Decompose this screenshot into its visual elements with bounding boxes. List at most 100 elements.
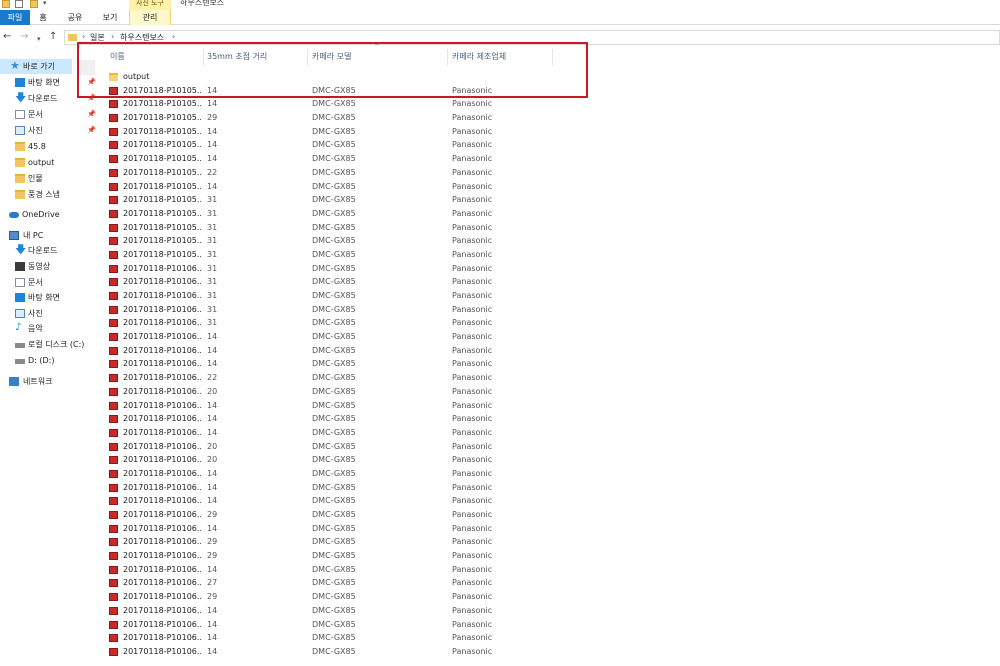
sidebar-item-quick-access[interactable]: ★ 바로 가기	[0, 59, 72, 74]
customize-quick-access-icon[interactable]: ▾	[43, 0, 47, 7]
tab-file[interactable]: 파일	[0, 10, 30, 25]
pin-icon[interactable]: 📌	[87, 107, 96, 122]
file-focal-length: 14	[207, 414, 218, 424]
pin-icon[interactable]: 📌	[87, 123, 96, 138]
recent-locations-icon[interactable]: ▾	[37, 33, 41, 45]
forward-icon[interactable]: →	[20, 31, 28, 43]
sidebar-item-documents[interactable]: 문서 📌	[0, 107, 98, 122]
file-row[interactable]: 20170118-P10106... 14 DMC-GX85 Panasonic	[105, 645, 1000, 659]
file-row[interactable]: 20170118-P10106... 20 DMC-GX85 Panasonic	[105, 440, 1000, 454]
sidebar-item-desktop[interactable]: 바탕 화면	[0, 290, 98, 305]
sidebar-item-downloads[interactable]: 🡇 다운로드	[0, 243, 98, 258]
sidebar-item-onedrive[interactable]: OneDrive	[0, 207, 98, 222]
folder-icon[interactable]	[2, 0, 10, 8]
file-row[interactable]: 20170118-P10106... 14 DMC-GX85 Panasonic	[105, 426, 1000, 440]
file-camera-maker: Panasonic	[452, 414, 493, 424]
file-row[interactable]: 20170118-P10105... 22 DMC-GX85 Panasonic	[105, 166, 1000, 180]
file-row[interactable]: 20170118-P10106... 29 DMC-GX85 Panasonic	[105, 535, 1000, 549]
tab-home[interactable]: 홈	[38, 10, 48, 25]
chevron-right-icon[interactable]: ›	[172, 32, 175, 41]
file-row[interactable]: 20170118-P10106... 27 DMC-GX85 Panasonic	[105, 576, 1000, 590]
file-camera-model: DMC-GX85	[312, 263, 356, 273]
file-camera-model: DMC-GX85	[312, 496, 356, 506]
sidebar-item-folder[interactable]: output	[0, 155, 98, 170]
file-focal-length: 27	[207, 578, 218, 588]
file-row[interactable]: 20170118-P10105... 31 DMC-GX85 Panasonic	[105, 248, 1000, 262]
file-row[interactable]: 20170118-P10106... 14 DMC-GX85 Panasonic	[105, 563, 1000, 577]
file-focal-length: 29	[207, 551, 218, 561]
image-file-icon	[109, 237, 118, 246]
file-row[interactable]: 20170118-P10106... 14 DMC-GX85 Panasonic	[105, 467, 1000, 481]
file-row[interactable]: 20170118-P10106... 14 DMC-GX85 Panasonic	[105, 481, 1000, 495]
file-row[interactable]: 20170118-P10106... 29 DMC-GX85 Panasonic	[105, 590, 1000, 604]
tab-manage[interactable]: 관리	[129, 10, 171, 25]
file-row[interactable]: 20170118-P10106... 14 DMC-GX85 Panasonic	[105, 399, 1000, 413]
file-row[interactable]: 20170118-P10105... 14 DMC-GX85 Panasonic	[105, 97, 1000, 111]
file-row[interactable]: 20170118-P10105... 14 DMC-GX85 Panasonic	[105, 180, 1000, 194]
up-icon[interactable]: ↑	[49, 31, 57, 43]
file-row[interactable]: 20170118-P10105... 31 DMC-GX85 Panasonic	[105, 234, 1000, 248]
chevron-right-icon[interactable]: ›	[82, 32, 85, 41]
sidebar-item-folder[interactable]: 인물	[0, 171, 98, 186]
sidebar-item-videos[interactable]: 동영상	[0, 259, 98, 274]
ribbon: 파일 홈 공유 보기 관리	[0, 10, 1000, 25]
image-file-icon	[109, 428, 118, 437]
file-row[interactable]: 20170118-P10106... 31 DMC-GX85 Panasonic	[105, 289, 1000, 303]
tab-view[interactable]: 보기	[100, 10, 120, 25]
back-icon[interactable]: ←	[3, 31, 11, 43]
file-row[interactable]: 20170118-P10106... 29 DMC-GX85 Panasonic	[105, 508, 1000, 522]
file-row[interactable]: 20170118-P10105... 31 DMC-GX85 Panasonic	[105, 207, 1000, 221]
sidebar-item-this-pc[interactable]: 내 PC	[0, 228, 98, 243]
properties-icon[interactable]	[15, 0, 23, 8]
tab-share[interactable]: 공유	[65, 10, 85, 25]
file-row[interactable]: 20170118-P10105... 14 DMC-GX85 Panasonic	[105, 152, 1000, 166]
file-row[interactable]: 20170118-P10106... 14 DMC-GX85 Panasonic	[105, 412, 1000, 426]
file-row[interactable]: 20170118-P10105... 14 DMC-GX85 Panasonic	[105, 125, 1000, 139]
file-row[interactable]: 20170118-P10105... 14 DMC-GX85 Panasonic	[105, 138, 1000, 152]
file-camera-maker: Panasonic	[452, 537, 493, 547]
file-row[interactable]: 20170118-P10106... 20 DMC-GX85 Panasonic	[105, 453, 1000, 467]
image-file-icon	[109, 647, 118, 656]
file-row[interactable]: 20170118-P10106... 29 DMC-GX85 Panasonic	[105, 549, 1000, 563]
file-row[interactable]: 20170118-P10106... 14 DMC-GX85 Panasonic	[105, 357, 1000, 371]
folder-icon	[15, 190, 25, 199]
file-row[interactable]: 20170118-P10106... 14 DMC-GX85 Panasonic	[105, 494, 1000, 508]
file-row[interactable]: 20170118-P10105... 31 DMC-GX85 Panasonic	[105, 221, 1000, 235]
file-name: 20170118-P10106...	[123, 551, 201, 561]
file-row[interactable]: 20170118-P10106... 31 DMC-GX85 Panasonic	[105, 303, 1000, 317]
sidebar-item-local-disk[interactable]: 로컬 디스크 (C:)	[0, 337, 98, 352]
sidebar-item-pictures[interactable]: 사진	[0, 306, 98, 321]
file-name: 20170118-P10106...	[123, 619, 201, 629]
sidebar-item-music[interactable]: ♪ 음악	[0, 321, 98, 336]
file-row[interactable]: 20170118-P10106... 14 DMC-GX85 Panasonic	[105, 604, 1000, 618]
file-camera-model: DMC-GX85	[312, 523, 356, 533]
file-row[interactable]: 20170118-P10106... 31 DMC-GX85 Panasonic	[105, 262, 1000, 276]
new-folder-icon[interactable]	[30, 0, 38, 8]
file-row[interactable]: 20170118-P10105... 31 DMC-GX85 Panasonic	[105, 193, 1000, 207]
file-row[interactable]: 20170118-P10106... 14 DMC-GX85 Panasonic	[105, 330, 1000, 344]
sidebar-item-documents[interactable]: 문서	[0, 275, 98, 290]
file-row[interactable]: 20170118-P10106... 14 DMC-GX85 Panasonic	[105, 631, 1000, 645]
file-name: 20170118-P10106...	[123, 455, 201, 465]
file-row[interactable]: 20170118-P10106... 14 DMC-GX85 Panasonic	[105, 344, 1000, 358]
file-row[interactable]: 20170118-P10106... 14 DMC-GX85 Panasonic	[105, 618, 1000, 632]
file-camera-model: DMC-GX85	[312, 646, 356, 656]
sidebar-item-label: D: (D:)	[28, 356, 55, 365]
sidebar-item-folder[interactable]: 45.8	[0, 139, 98, 154]
file-row[interactable]: 20170118-P10106... 22 DMC-GX85 Panasonic	[105, 371, 1000, 385]
file-row[interactable]: 20170118-P10106... 14 DMC-GX85 Panasonic	[105, 522, 1000, 536]
sidebar-item-drive-d[interactable]: D: (D:)	[0, 353, 98, 368]
sidebar-item-folder[interactable]: 풍경 스냅	[0, 187, 98, 202]
sidebar-item-network[interactable]: 네트워크	[0, 374, 98, 389]
file-row[interactable]: 20170118-P10106... 31 DMC-GX85 Panasonic	[105, 316, 1000, 330]
sidebar-item-label: 바로 가기	[23, 62, 55, 71]
file-camera-model: DMC-GX85	[312, 249, 356, 259]
file-row[interactable]: 20170118-P10106... 20 DMC-GX85 Panasonic	[105, 385, 1000, 399]
sidebar-item-pictures[interactable]: 사진 📌	[0, 123, 98, 138]
file-row[interactable]: 20170118-P10106... 31 DMC-GX85 Panasonic	[105, 275, 1000, 289]
file-camera-model: DMC-GX85	[312, 332, 356, 342]
chevron-right-icon[interactable]: ›	[111, 32, 114, 41]
file-camera-model: DMC-GX85	[312, 304, 356, 314]
file-camera-model: DMC-GX85	[312, 578, 356, 588]
file-row[interactable]: 20170118-P10105... 29 DMC-GX85 Panasonic	[105, 111, 1000, 125]
